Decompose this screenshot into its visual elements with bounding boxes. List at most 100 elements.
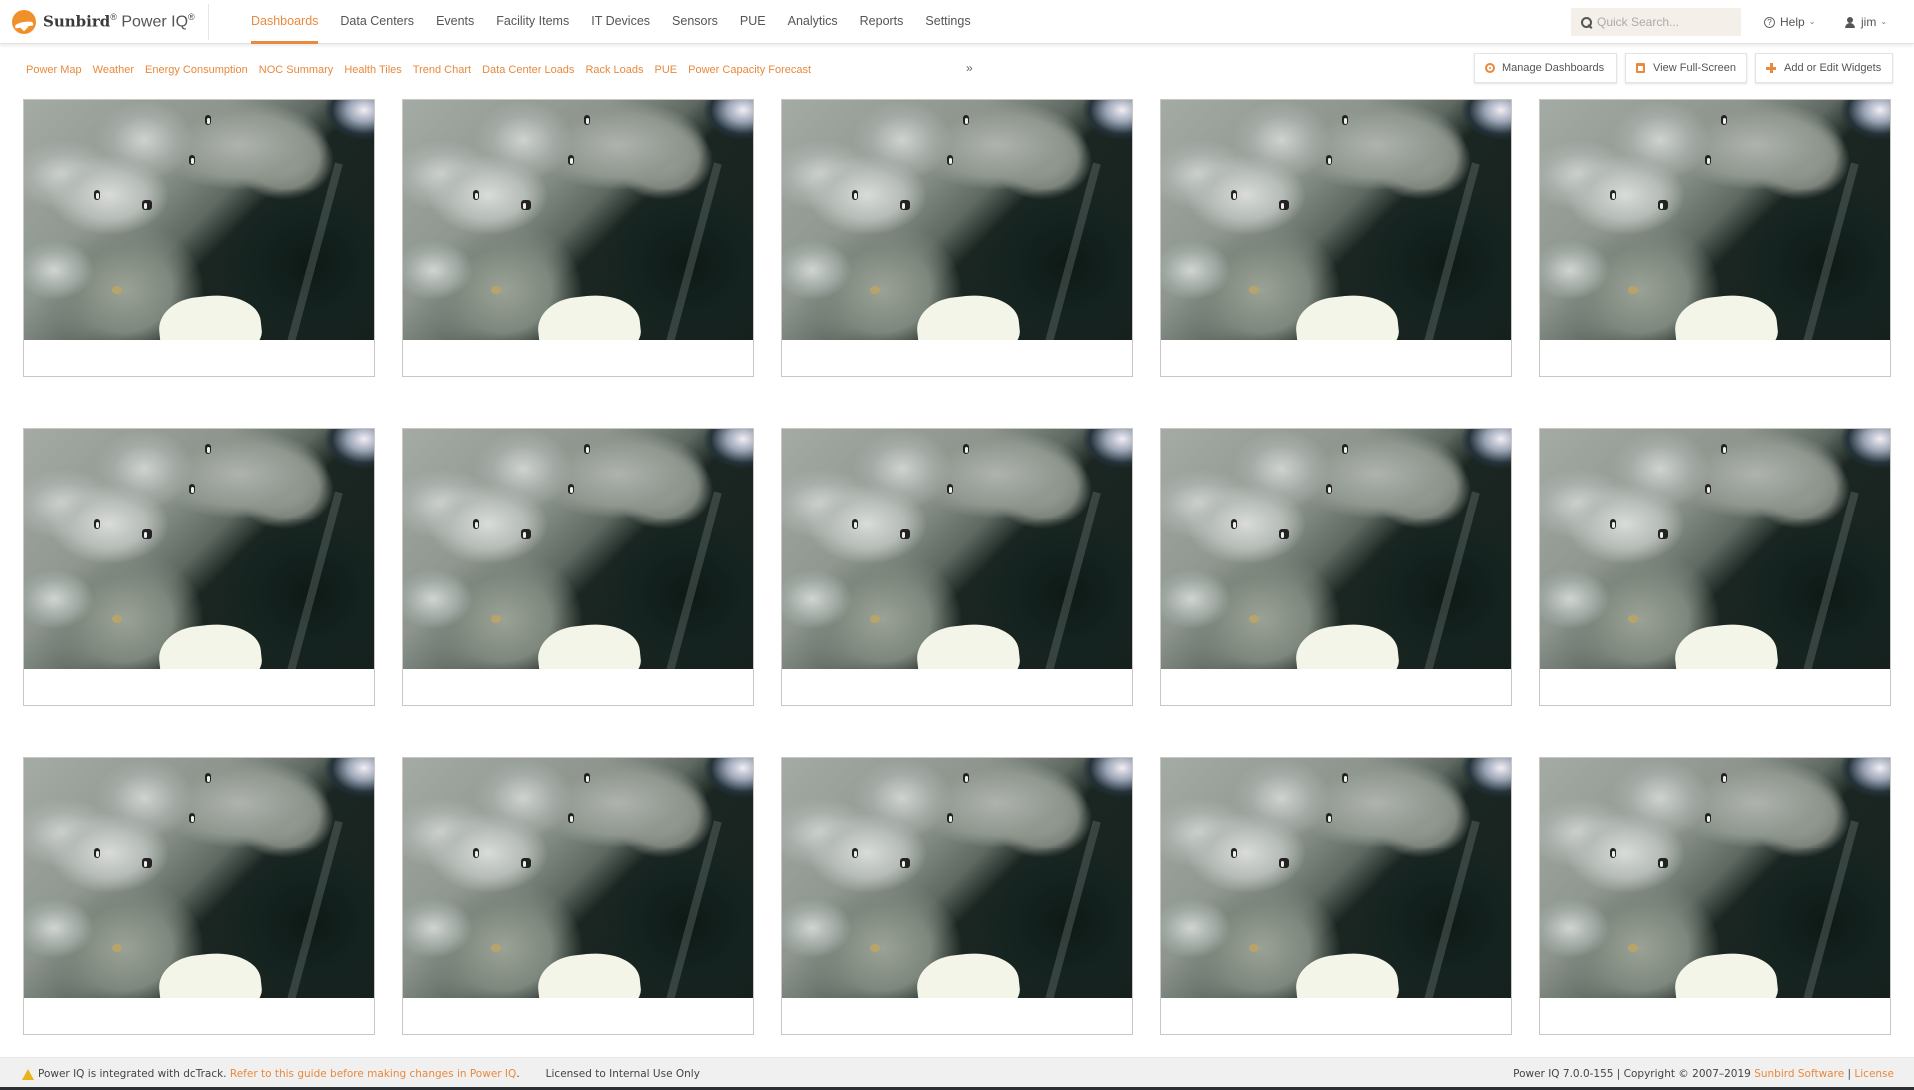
nav-facility-items[interactable]: Facility Items	[496, 0, 569, 44]
penguin	[189, 155, 195, 165]
camera-widget[interactable]	[781, 99, 1133, 377]
guide-link[interactable]: Refer to this guide before making change…	[230, 1068, 516, 1080]
dashboard-tab-rack-loads[interactable]: Rack Loads	[585, 62, 643, 78]
camera-image	[1540, 758, 1890, 998]
penguin	[568, 484, 574, 494]
penguin	[1279, 200, 1289, 210]
window-icon	[1636, 63, 1646, 73]
camera-image	[24, 758, 374, 998]
nav-analytics[interactable]: Analytics	[788, 0, 838, 44]
nav-pue[interactable]: PUE	[740, 0, 766, 44]
nav-settings[interactable]: Settings	[925, 0, 970, 44]
dashboard-tab-data-center-loads[interactable]: Data Center Loads	[482, 62, 574, 78]
camera-image-detail	[1628, 615, 1638, 623]
camera-widget[interactable]	[1160, 99, 1512, 377]
nav-sensors[interactable]: Sensors	[672, 0, 718, 44]
guide-suffix: .	[516, 1068, 520, 1080]
camera-widget[interactable]	[781, 757, 1133, 1035]
camera-widget[interactable]	[23, 428, 375, 706]
dashboard-tab-power-capacity-forecast[interactable]: Power Capacity Forecast	[688, 62, 811, 78]
widget-caption	[1540, 340, 1890, 376]
penguin	[584, 115, 590, 125]
more-tabs-button[interactable]: »	[966, 61, 973, 75]
camera-image	[1540, 100, 1890, 340]
user-menu[interactable]: jim ⌄	[1845, 0, 1887, 44]
camera-widget[interactable]	[781, 428, 1133, 706]
camera-image-water	[1800, 429, 1890, 499]
help-menu[interactable]: ? Help ⌄	[1764, 0, 1815, 44]
penguin	[1231, 848, 1237, 858]
penguin	[947, 813, 953, 823]
camera-image-water	[1421, 429, 1511, 499]
logo[interactable]: Sunbird® Power IQ®	[12, 9, 195, 35]
dashboard-tab-noc-summary[interactable]: NOC Summary	[259, 62, 334, 78]
nav-reports[interactable]: Reports	[860, 0, 904, 44]
camera-widget[interactable]	[1539, 428, 1891, 706]
penguin	[1279, 529, 1289, 539]
main-nav: Dashboards Data Centers Events Facility Ite…	[251, 0, 993, 44]
penguin	[568, 813, 574, 823]
camera-image-water	[663, 100, 753, 170]
camera-image-water	[284, 758, 374, 828]
penguin	[94, 190, 100, 200]
manage-dashboards-button[interactable]: Manage Dashboards	[1474, 53, 1617, 83]
penguin	[963, 115, 969, 125]
camera-widget[interactable]	[402, 99, 754, 377]
nav-data-centers[interactable]: Data Centers	[340, 0, 414, 44]
camera-widget[interactable]	[1539, 99, 1891, 377]
add-edit-widgets-button[interactable]: Add or Edit Widgets	[1755, 53, 1893, 83]
widget-caption	[403, 669, 753, 705]
penguin	[1342, 115, 1348, 125]
dashboard-tab-energy-consumption[interactable]: Energy Consumption	[145, 62, 248, 78]
camera-widget[interactable]	[1160, 757, 1512, 1035]
penguin	[963, 444, 969, 454]
nav-it-devices[interactable]: IT Devices	[591, 0, 650, 44]
widget-caption	[782, 340, 1132, 376]
company-link[interactable]: Sunbird Software	[1754, 1068, 1844, 1080]
quick-search[interactable]	[1571, 8, 1741, 36]
logo-text: Sunbird® Power IQ®	[43, 12, 195, 31]
penguin	[947, 155, 953, 165]
camera-widget[interactable]	[402, 757, 754, 1035]
dashboard-tab-trend-chart[interactable]: Trend Chart	[413, 62, 471, 78]
penguin	[568, 155, 574, 165]
widget-caption	[24, 998, 374, 1034]
top-header: Sunbird® Power IQ® Dashboards Data Center…	[0, 0, 1914, 44]
camera-image	[403, 429, 753, 669]
penguin	[94, 519, 100, 529]
dashboard-tab-health-tiles[interactable]: Health Tiles	[344, 62, 401, 78]
camera-widget[interactable]	[402, 428, 754, 706]
brand-name: Sunbird	[43, 12, 111, 31]
camera-image-detail	[491, 286, 501, 294]
plus-icon	[1766, 63, 1776, 73]
camera-widget[interactable]	[1160, 428, 1512, 706]
penguin	[1610, 190, 1616, 200]
dashboard-tabs: Power Map Weather Energy Consumption NOC Su…	[26, 62, 822, 78]
camera-image-detail	[112, 286, 122, 294]
penguin	[584, 444, 590, 454]
penguin	[189, 813, 195, 823]
penguin	[1705, 155, 1711, 165]
penguin	[473, 848, 479, 858]
quick-search-input[interactable]	[1597, 15, 1737, 29]
dashboard-tab-pue[interactable]: PUE	[655, 62, 678, 78]
camera-widget[interactable]	[23, 99, 375, 377]
camera-image-detail	[870, 944, 880, 952]
penguin	[1721, 773, 1727, 783]
dashboard-tab-weather[interactable]: Weather	[93, 62, 134, 78]
camera-widget[interactable]	[23, 757, 375, 1035]
license-link[interactable]: License	[1854, 1068, 1894, 1080]
penguin	[205, 444, 211, 454]
widget-caption	[1540, 669, 1890, 705]
nav-dashboards[interactable]: Dashboards	[251, 0, 319, 44]
header-divider	[208, 4, 209, 40]
camera-widget[interactable]	[1539, 757, 1891, 1035]
widget-caption	[403, 340, 753, 376]
dashboard-tab-power-map[interactable]: Power Map	[26, 62, 82, 78]
penguin	[1721, 115, 1727, 125]
camera-image-water	[1800, 100, 1890, 170]
add-edit-widgets-label: Add or Edit Widgets	[1784, 62, 1882, 74]
nav-events[interactable]: Events	[436, 0, 474, 44]
camera-image-detail	[1249, 944, 1259, 952]
view-full-screen-button[interactable]: View Full-Screen	[1625, 53, 1747, 83]
